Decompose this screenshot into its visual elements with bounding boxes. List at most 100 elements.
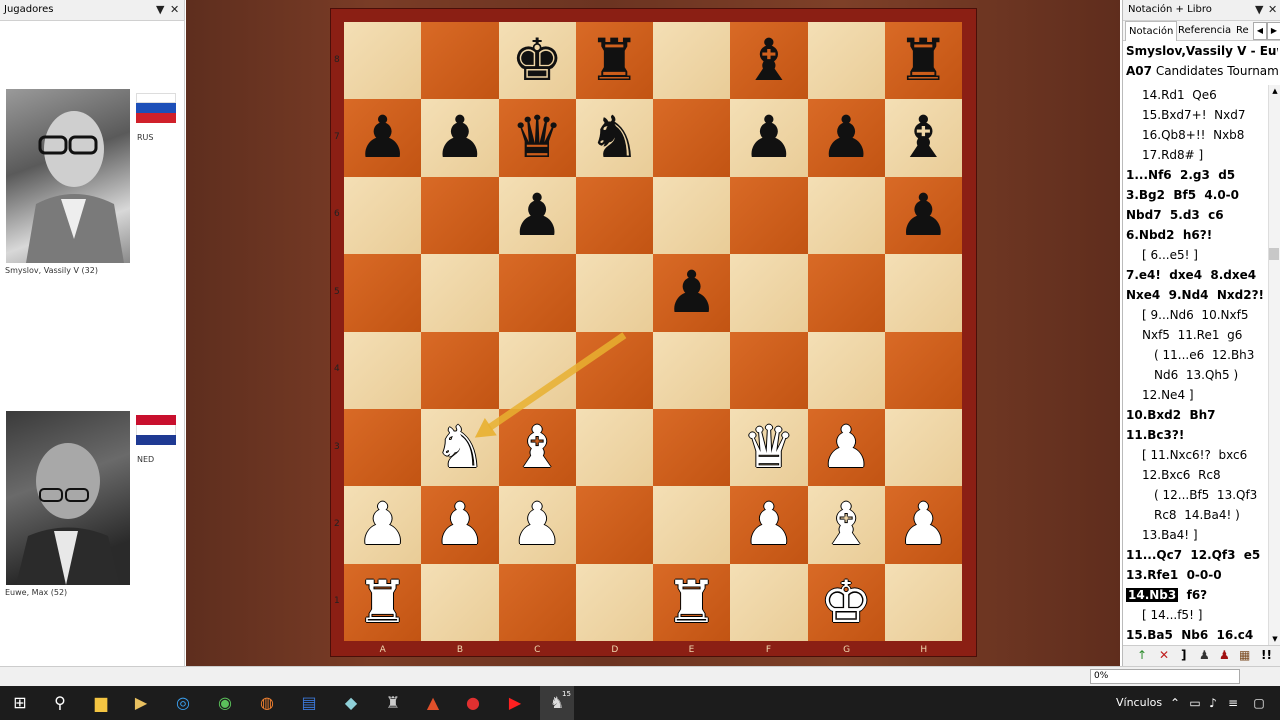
square-e8[interactable] [653, 22, 731, 100]
chrome-browser-icon[interactable]: ◉ [208, 686, 242, 720]
piece-white-f3[interactable]: ♛ [730, 409, 807, 486]
current-move[interactable]: 14.Nb3 [1126, 588, 1179, 602]
piece-black-h6[interactable]: ♟ [885, 177, 962, 254]
piece-tool-red-icon[interactable]: ♟ [1219, 648, 1230, 662]
notation-line[interactable]: ( 11...e6 12.Bh3 [1154, 345, 1254, 365]
annotation-icon[interactable]: !! [1261, 648, 1272, 662]
notation-line[interactable]: 12.Bxc6 Rc8 [1142, 465, 1221, 485]
square-e6[interactable] [653, 176, 731, 255]
notation-list[interactable]: 14.Rd1 Qe6 15.Bxd7+! Nxd7 16.Qb8+!! Nxb8 17… [1126, 85, 1266, 645]
notation-scrollbar[interactable]: ▲ ▼ [1268, 85, 1280, 645]
piece-white-c2[interactable]: ♟ [499, 486, 576, 563]
notation-line[interactable]: 15.Bxd7+! Nxd7 [1142, 105, 1246, 125]
chess-app-icon[interactable]: ♜ [376, 686, 410, 720]
close-icon[interactable]: ✕ [170, 0, 179, 20]
square-a4[interactable] [344, 331, 422, 409]
square-h4[interactable] [884, 331, 962, 409]
notifications-icon[interactable]: ▢ [1242, 686, 1276, 720]
edge-browser-icon[interactable]: ◎ [166, 686, 200, 720]
piece-white-f2[interactable]: ♟ [730, 486, 807, 563]
square-g4[interactable] [807, 331, 885, 409]
notation-line[interactable]: 17.Rd8# ] [1142, 145, 1203, 165]
piece-black-f7[interactable]: ♟ [730, 99, 807, 176]
notation-line[interactable]: 12.Ne4 ] [1142, 385, 1194, 405]
piece-black-b7[interactable]: ♟ [421, 99, 498, 176]
piece-black-h7[interactable]: ♝ [885, 99, 962, 176]
square-f5[interactable] [730, 254, 808, 332]
square-h1[interactable] [884, 563, 962, 641]
square-g6[interactable] [807, 176, 885, 255]
close-icon[interactable]: ✕ [1268, 0, 1277, 20]
square-d4[interactable] [575, 331, 653, 409]
tab-referencia[interactable]: Referencia [1175, 21, 1234, 40]
panel-menu-icon[interactable]: ▼ [156, 0, 164, 20]
tab-scroll-right-icon[interactable]: ▶ [1267, 22, 1280, 40]
piece-white-c3[interactable]: ♝ [499, 409, 576, 486]
square-c4[interactable] [498, 331, 576, 409]
piece-black-f8[interactable]: ♝ [730, 22, 807, 99]
board-diagram-icon[interactable]: ▦ [1239, 648, 1250, 662]
piece-black-e5[interactable]: ♟ [653, 254, 730, 331]
tab-rep[interactable]: Rep [1233, 21, 1249, 40]
square-g5[interactable] [807, 254, 885, 332]
piece-white-g1[interactable]: ♚ [808, 564, 885, 641]
tray-links-label[interactable]: Vínculos [1116, 686, 1162, 720]
square-f6[interactable] [730, 176, 808, 255]
square-d2[interactable] [575, 486, 653, 564]
piece-tool-icon[interactable]: ♟ [1199, 648, 1210, 662]
notation-line[interactable]: 15.Ba5 Nb6 16.c4 [1126, 625, 1253, 645]
square-e3[interactable] [653, 408, 731, 487]
notation-line[interactable]: 14.Nb3 f6? [1126, 585, 1207, 605]
notation-line[interactable]: 3.Bg2 Bf5 4.0-0 [1126, 185, 1239, 205]
square-b1[interactable] [421, 563, 499, 641]
notation-line[interactable]: [ 6...e5! ] [1142, 245, 1198, 265]
notation-line[interactable]: [ 14...f5! ] [1142, 605, 1202, 625]
piece-white-h2[interactable]: ♟ [885, 486, 962, 563]
chess-board[interactable]: 8 7 6 5 4 3 2 1 A B C D E F G H ♚ ♜ ♝ ♜ ♟ ♟ ♛ ♞ ♟ ♟ ♝ ♟ ♟ ♟ ♞ ♝ ♛ ♟ ♟ ♟ ♟ ♟ ♝ ♟… [334, 22, 962, 655]
square-e7[interactable] [653, 99, 731, 177]
piece-white-g2[interactable]: ♝ [808, 486, 885, 563]
square-a5[interactable] [344, 254, 422, 332]
piece-black-h8[interactable]: ♜ [885, 22, 962, 99]
piece-white-g3[interactable]: ♟ [808, 409, 885, 486]
notation-scroll-thumb[interactable] [1269, 248, 1279, 260]
square-d3[interactable] [575, 408, 653, 487]
notation-line[interactable]: 13.Rfe1 0-0-0 [1126, 565, 1222, 585]
piece-white-b3[interactable]: ♞ [421, 409, 498, 486]
square-b6[interactable] [421, 176, 499, 255]
square-h5[interactable] [884, 254, 962, 332]
notation-line[interactable]: 6.Nbd2 h6?! [1126, 225, 1212, 245]
delete-variation-icon[interactable]: ✕ [1159, 648, 1169, 662]
notation-line[interactable]: Nd6 13.Qh5 ) [1154, 365, 1238, 385]
tab-notacion[interactable]: Notación [1125, 21, 1178, 41]
windows-start-icon[interactable]: ⊞ [3, 686, 37, 720]
piece-black-d7[interactable]: ♞ [576, 99, 653, 176]
media-player-icon[interactable]: ▶ [124, 686, 158, 720]
square-c5[interactable] [498, 254, 576, 332]
firefox-browser-icon[interactable]: ◍ [250, 686, 284, 720]
promote-variation-icon[interactable]: ↑ [1137, 648, 1147, 662]
piece-black-g7[interactable]: ♟ [808, 99, 885, 176]
close-bracket-icon[interactable]: ] [1181, 648, 1186, 662]
search-icon[interactable]: ⚲ [43, 686, 77, 720]
square-f4[interactable] [730, 331, 808, 409]
square-d6[interactable] [575, 176, 653, 255]
notation-line[interactable]: [ 11.Nxc6!? bxc6 [1142, 445, 1247, 465]
file-explorer-icon[interactable]: ▆ [84, 686, 118, 720]
drawing-app-icon[interactable]: ▲ [416, 686, 450, 720]
square-f1[interactable] [730, 563, 808, 641]
square-e4[interactable] [653, 331, 731, 409]
notation-line[interactable]: Rc8 14.Ba4! ) [1154, 505, 1240, 525]
notation-line[interactable]: 16.Qb8+!! Nxb8 [1142, 125, 1244, 145]
notation-move[interactable]: f6? [1178, 588, 1208, 602]
piece-black-d8[interactable]: ♜ [576, 22, 653, 99]
notation-line[interactable]: Nxe4 9.Nd4 Nxd2?! [1126, 285, 1264, 305]
square-a3[interactable] [344, 408, 422, 487]
piece-black-c8[interactable]: ♚ [499, 22, 576, 99]
scroll-down-icon[interactable]: ▼ [1269, 633, 1280, 645]
notation-line[interactable]: 7.e4! dxe4 8.dxe4 [1126, 265, 1256, 285]
notation-line[interactable]: 1...Nf6 2.g3 d5 [1126, 165, 1235, 185]
notation-line[interactable]: [ 9...Nd6 10.Nxf5 [1142, 305, 1248, 325]
square-c1[interactable] [498, 563, 576, 641]
piece-white-a1[interactable]: ♜ [344, 564, 421, 641]
